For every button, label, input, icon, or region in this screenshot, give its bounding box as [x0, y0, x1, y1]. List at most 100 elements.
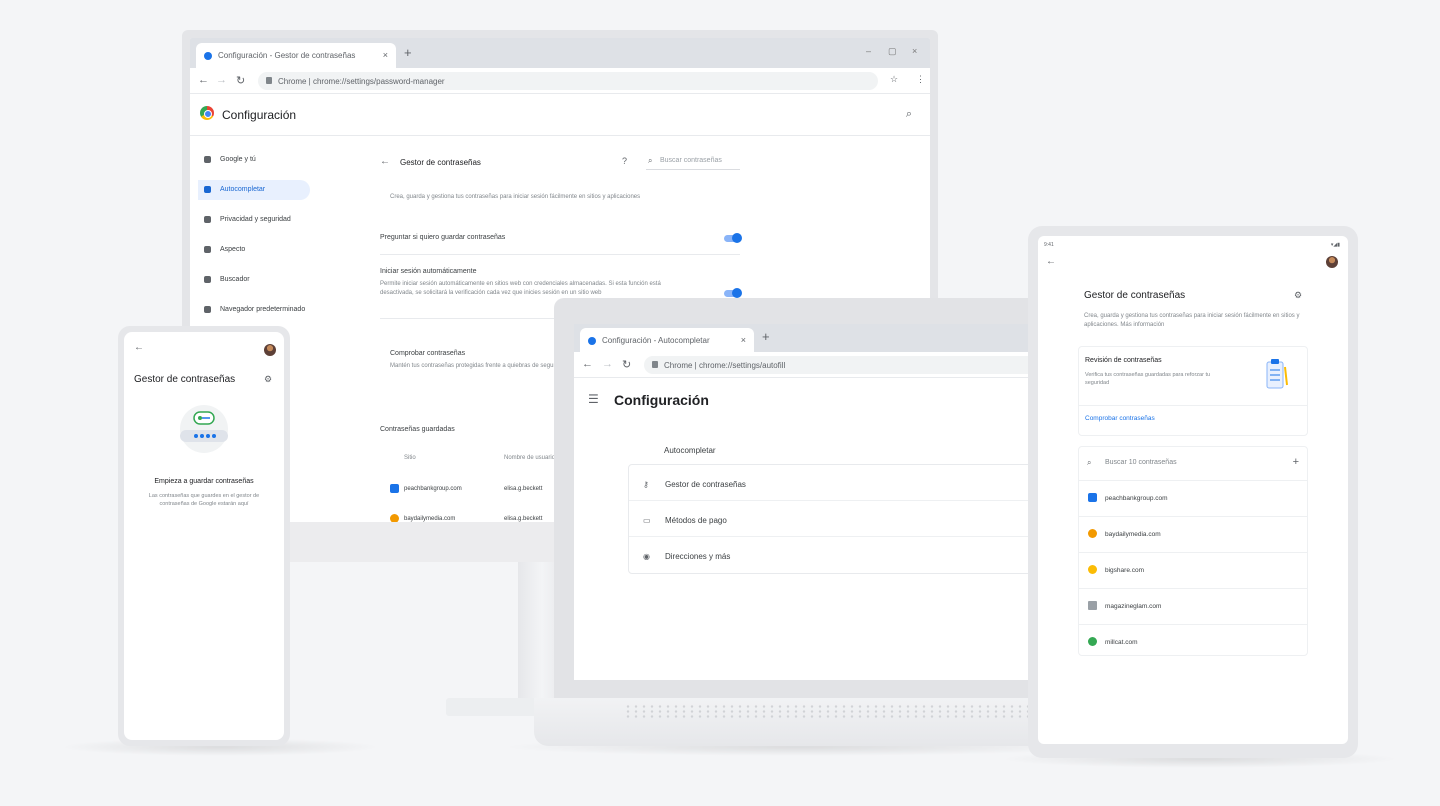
saved-username: elisa.g.beckett — [504, 486, 543, 492]
auto-signin-toggle[interactable] — [724, 288, 742, 298]
forward-icon[interactable]: → — [216, 74, 227, 86]
add-password-icon[interactable]: + — [1293, 456, 1299, 468]
password-search-input[interactable]: ⌕ Buscar contraseñas — [646, 154, 740, 170]
site-favicon-icon — [390, 514, 399, 522]
browser-toolbar: ← → ↻ Chrome | chrome://settings/passwor… — [190, 68, 930, 94]
check-passwords-link[interactable]: Comprobar contraseñas — [1085, 415, 1155, 422]
sidebar-item-google[interactable]: Google y tú — [198, 150, 310, 170]
maximize-icon[interactable]: ▢ — [888, 46, 897, 57]
laptop-screen: Configuración - Autocompletar × + ← → ↻ … — [574, 324, 1054, 680]
address-bar[interactable]: Chrome | chrome://settings/autofill — [644, 356, 1044, 374]
row-payment-methods[interactable]: ▭ Métodos de pago — [629, 501, 1054, 537]
sidebar-item-default-browser[interactable]: Navegador predeterminado — [198, 300, 310, 320]
tab-title: Configuración - Gestor de contraseñas — [218, 51, 356, 60]
lock-icon — [266, 77, 272, 84]
close-tab-icon[interactable]: × — [383, 50, 388, 60]
row-label: Direcciones y más — [665, 552, 731, 561]
close-tab-icon[interactable]: × — [741, 335, 746, 345]
help-icon[interactable]: ? — [622, 156, 627, 166]
gear-icon[interactable]: ⚙ — [1294, 290, 1302, 301]
forward-icon[interactable]: → — [602, 358, 613, 370]
site-favicon-icon — [1088, 637, 1097, 646]
avatar[interactable] — [264, 344, 276, 356]
sidebar-item-autofill[interactable]: Autocompletar — [198, 180, 310, 200]
sidebar-item-label: Privacidad y seguridad — [220, 216, 291, 223]
sidebar-item-label: Buscador — [220, 276, 250, 283]
new-tab-button[interactable]: + — [762, 329, 770, 344]
site-favicon-icon — [1088, 529, 1097, 538]
back-icon[interactable]: ← — [582, 358, 593, 370]
site-favicon-icon — [390, 484, 399, 493]
search-placeholder: Buscar 10 contraseñas — [1105, 459, 1177, 466]
site-name: bigshare.com — [1105, 567, 1145, 574]
close-window-icon[interactable]: × — [912, 46, 917, 56]
section-heading: Autocompletar — [664, 446, 716, 455]
phone-device: ← Gestor de contraseñas ⚙ Empieza a guar… — [118, 326, 290, 746]
sidebar-item-privacy[interactable]: Privacidad y seguridad — [198, 210, 310, 230]
list-item[interactable]: bigshare.com — [1079, 553, 1307, 589]
tablet-description: Crea, guarda y gestiona tus contraseñas … — [1084, 313, 1300, 328]
empty-state-description: Las contraseñas que guardes en el gestor… — [148, 493, 260, 507]
row-addresses[interactable]: ◉ Direcciones y más — [629, 537, 1054, 573]
gear-icon[interactable]: ⚙ — [264, 374, 272, 385]
browser-toolbar: ← → ↻ Chrome | chrome://settings/autofil… — [574, 352, 1054, 378]
settings-header: Configuración ⌕ — [190, 94, 930, 136]
saved-site[interactable]: peachbankgroup.com — [404, 486, 462, 492]
row-label: Métodos de pago — [665, 516, 727, 525]
site-name: millcat.com — [1105, 639, 1138, 646]
tab-strip: Configuración - Autocompletar × + — [574, 324, 1054, 352]
sidebar-item-label: Google y tú — [220, 156, 256, 163]
back-arrow-icon[interactable]: ← — [134, 342, 144, 353]
password-search-input[interactable]: ⌕ Buscar 10 contraseñas + — [1079, 447, 1307, 481]
saved-passwords-heading: Contraseñas guardadas — [380, 426, 455, 433]
reload-icon[interactable]: ↻ — [236, 74, 245, 87]
menu-kebab-icon[interactable]: ⋮ — [916, 74, 925, 85]
back-arrow-icon[interactable]: ← — [1046, 256, 1056, 267]
extension-icon[interactable]: ☆ — [890, 74, 898, 85]
tablet-screen: 9:41 ▾◢▮ ← Gestor de contraseñas ⚙ Crea,… — [1038, 236, 1348, 744]
clipboard-icon — [204, 186, 211, 193]
search-icon[interactable]: ⌕ — [906, 108, 912, 121]
tab-strip: Configuración - Gestor de contraseñas × … — [190, 38, 930, 68]
password-checkup-card: Revisión de contraseñas Verifica tus con… — [1078, 346, 1308, 436]
auto-signin-description: Permite iniciar sesión automáticamente e… — [380, 281, 661, 296]
address-bar[interactable]: Chrome | chrome://settings/password-mana… — [258, 72, 878, 90]
row-label: Gestor de contraseñas — [665, 480, 746, 489]
browser-icon — [204, 306, 211, 313]
list-item[interactable]: millcat.com — [1079, 625, 1307, 661]
phone-screen: ← Gestor de contraseñas ⚙ Empieza a guar… — [124, 332, 284, 740]
address-text: Chrome | chrome://settings/autofill — [664, 361, 786, 370]
check-passwords-label[interactable]: Comprobar contraseñas — [390, 350, 465, 357]
column-site: Sitio — [404, 455, 416, 461]
tablet-device: 9:41 ▾◢▮ ← Gestor de contraseñas ⚙ Crea,… — [1028, 226, 1358, 758]
chrome-logo-icon — [200, 106, 214, 120]
sidebar-item-search-engine[interactable]: Buscador — [198, 270, 310, 290]
site-favicon-icon — [1088, 493, 1097, 502]
location-pin-icon: ◉ — [643, 552, 650, 561]
avatar[interactable] — [1326, 256, 1338, 268]
row-password-manager[interactable]: ⚷ Gestor de contraseñas — [629, 465, 1054, 501]
back-icon[interactable]: ← — [198, 74, 209, 86]
new-tab-button[interactable]: + — [404, 45, 412, 60]
reload-icon[interactable]: ↻ — [622, 358, 631, 371]
tab-password-manager[interactable]: Configuración - Gestor de contraseñas × — [196, 43, 396, 68]
autofill-card: ⚷ Gestor de contraseñas ▭ Métodos de pag… — [628, 464, 1054, 574]
hamburger-menu-icon[interactable]: ☰ — [588, 392, 599, 406]
person-icon — [204, 156, 211, 163]
sidebar-item-label: Navegador predeterminado — [220, 306, 306, 313]
list-item[interactable]: peachbankgroup.com — [1079, 481, 1307, 517]
settings-favicon-icon — [204, 52, 212, 60]
checkup-description: Verifica tus contraseñas guardadas para … — [1085, 372, 1211, 386]
offer-save-toggle[interactable] — [724, 233, 742, 243]
tab-title: Configuración - Autocompletar — [602, 336, 710, 345]
list-item[interactable]: magazineglam.com — [1079, 589, 1307, 625]
back-arrow-icon[interactable]: ← — [380, 156, 390, 167]
list-item[interactable]: baydailymedia.com — [1079, 517, 1307, 553]
lock-icon — [652, 361, 658, 368]
tab-autofill[interactable]: Configuración - Autocompletar × — [580, 328, 754, 352]
sidebar-item-appearance[interactable]: Aspecto — [198, 240, 310, 260]
site-favicon-icon — [1088, 601, 1097, 610]
site-name: baydailymedia.com — [1105, 531, 1161, 538]
magnifier-icon — [204, 276, 211, 283]
minimize-icon[interactable]: – — [866, 46, 871, 56]
